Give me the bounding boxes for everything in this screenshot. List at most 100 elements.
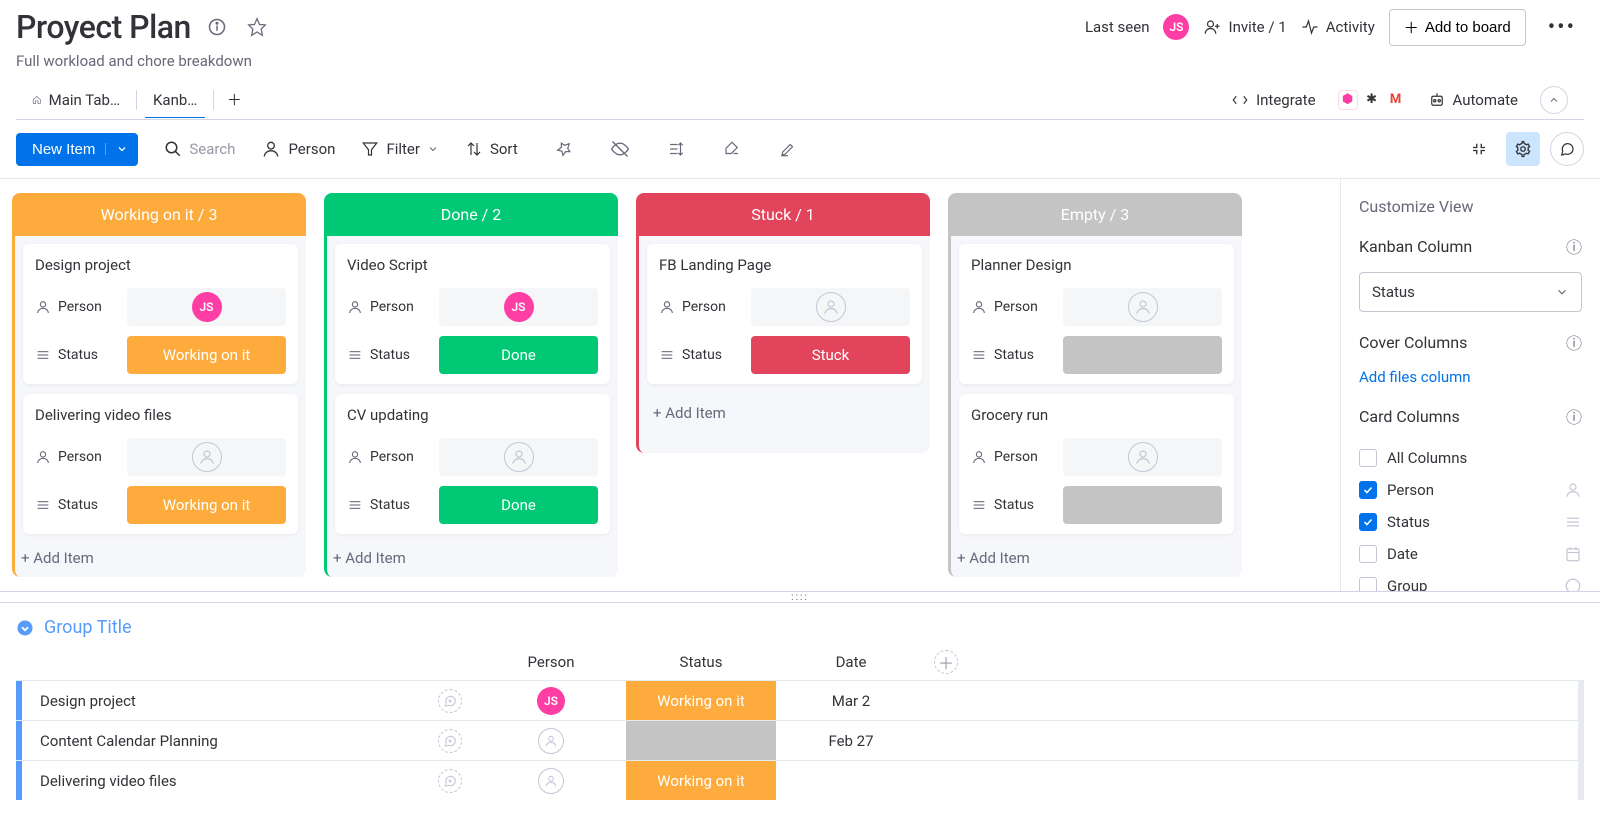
kanban-card[interactable]: Video Script PersonJS StatusDone	[335, 244, 610, 384]
slack-icon[interactable]: ✱	[1362, 90, 1382, 110]
date-cell[interactable]: Mar 2	[776, 692, 926, 710]
person-field[interactable]	[1063, 438, 1222, 476]
person-field[interactable]	[127, 438, 286, 476]
status-field[interactable]: Working on it	[127, 336, 286, 374]
person-cell[interactable]	[476, 728, 626, 754]
status-field[interactable]: Done	[439, 486, 598, 524]
collapse-icon[interactable]	[1540, 86, 1568, 114]
info-icon[interactable]: ⓘ	[1566, 404, 1582, 428]
card-column-option[interactable]: All Columns	[1359, 442, 1582, 474]
empty-avatar-icon[interactable]	[1128, 292, 1158, 322]
row-name[interactable]: Design project	[40, 692, 136, 710]
date-cell[interactable]: Feb 27	[776, 732, 926, 750]
add-item-button[interactable]: + Add Item	[324, 539, 618, 577]
person-cell[interactable]: JS	[476, 687, 626, 715]
card-title[interactable]: Planner Design	[971, 256, 1222, 274]
checkbox[interactable]	[1359, 513, 1377, 531]
card-column-option[interactable]: Person	[1359, 474, 1582, 506]
info-icon[interactable]: ⓘ	[1566, 234, 1582, 258]
filter-button[interactable]: Filter	[361, 140, 439, 158]
column-header[interactable]: Empty / 3	[948, 193, 1242, 236]
tab-kanban[interactable]: Kanb…	[137, 82, 213, 118]
kanban-column-select[interactable]: Status	[1359, 272, 1582, 312]
person-cell[interactable]	[476, 768, 626, 794]
col-date[interactable]: Date	[776, 653, 926, 671]
kanban-card[interactable]: FB Landing Page Person StatusStuck	[647, 244, 922, 384]
more-menu-icon[interactable]: •••	[1540, 11, 1584, 44]
empty-avatar-icon[interactable]	[538, 768, 564, 794]
avatar[interactable]: JS	[504, 292, 534, 322]
status-cell[interactable]: Working on it	[626, 681, 776, 720]
status-cell[interactable]	[626, 721, 776, 760]
status-field[interactable]: Done	[439, 336, 598, 374]
add-tab-button[interactable]: ＋	[214, 80, 254, 119]
empty-avatar-icon[interactable]	[1128, 442, 1158, 472]
card-title[interactable]: FB Landing Page	[659, 256, 910, 274]
new-item-button[interactable]: New Item	[16, 133, 138, 166]
row-chat-icon[interactable]	[438, 689, 462, 713]
invite-button[interactable]: Invite / 1	[1203, 18, 1286, 36]
table-row[interactable]: Content Calendar Planning Feb 27	[16, 720, 1584, 760]
card-column-option[interactable]: Status	[1359, 506, 1582, 538]
pin-icon[interactable]	[550, 135, 578, 163]
status-cell[interactable]: Working on it	[626, 761, 776, 800]
person-field[interactable]: JS	[439, 288, 598, 326]
card-column-option[interactable]: Group	[1359, 570, 1582, 591]
integration-icon[interactable]: ⬢	[1338, 90, 1358, 110]
row-name[interactable]: Content Calendar Planning	[40, 732, 218, 750]
avatar[interactable]: JS	[1163, 14, 1189, 40]
kanban-card[interactable]: Delivering video files Person StatusWork…	[23, 394, 298, 534]
col-status[interactable]: Status	[626, 653, 776, 671]
person-field[interactable]	[1063, 288, 1222, 326]
person-field[interactable]	[751, 288, 910, 326]
add-files-link[interactable]: Add files column	[1359, 368, 1582, 386]
settings-icon[interactable]	[1506, 132, 1540, 166]
color-icon[interactable]	[718, 135, 746, 163]
sort-button[interactable]: Sort	[465, 140, 518, 158]
checkbox[interactable]	[1359, 449, 1377, 467]
info-icon[interactable]: ⓘ	[1566, 330, 1582, 354]
empty-avatar-icon[interactable]	[504, 442, 534, 472]
avatar[interactable]: JS	[537, 687, 565, 715]
card-title[interactable]: Video Script	[347, 256, 598, 274]
row-chat-icon[interactable]	[438, 729, 462, 753]
group-header[interactable]: Group Title	[16, 617, 1584, 638]
add-item-button[interactable]: + Add Item	[647, 394, 922, 432]
empty-avatar-icon[interactable]	[192, 442, 222, 472]
status-field[interactable]: Stuck	[751, 336, 910, 374]
add-item-button[interactable]: + Add Item	[948, 539, 1242, 577]
edit-icon[interactable]	[774, 135, 802, 163]
kanban-card[interactable]: Grocery run Person Status	[959, 394, 1234, 534]
empty-avatar-icon[interactable]	[816, 292, 846, 322]
card-title[interactable]: Grocery run	[971, 406, 1222, 424]
card-title[interactable]: CV updating	[347, 406, 598, 424]
col-person[interactable]: Person	[476, 653, 626, 671]
checkbox[interactable]	[1359, 545, 1377, 563]
table-row[interactable]: Design project JS Working on it Mar 2	[16, 680, 1584, 720]
collapse-all-icon[interactable]	[1462, 132, 1496, 166]
table-row[interactable]: Delivering video files Working on it	[16, 760, 1584, 800]
board-title[interactable]: Proyect Plan	[16, 8, 191, 46]
column-header[interactable]: Stuck / 1	[636, 193, 930, 236]
status-field[interactable]	[1063, 336, 1222, 374]
kanban-card[interactable]: Planner Design Person Status	[959, 244, 1234, 384]
star-icon[interactable]	[243, 13, 271, 41]
row-name[interactable]: Delivering video files	[40, 772, 177, 790]
status-field[interactable]: Working on it	[127, 486, 286, 524]
kanban-card[interactable]: CV updating Person StatusDone	[335, 394, 610, 534]
checkbox[interactable]	[1359, 577, 1377, 591]
hide-icon[interactable]	[606, 135, 634, 163]
search-input[interactable]: Search	[164, 140, 235, 158]
person-field[interactable]	[439, 438, 598, 476]
info-icon[interactable]	[203, 13, 231, 41]
avatar[interactable]: JS	[192, 292, 222, 322]
resize-handle[interactable]: ::::	[0, 591, 1600, 603]
checkbox[interactable]	[1359, 481, 1377, 499]
add-column-button[interactable]: ＋	[934, 650, 958, 674]
person-filter[interactable]: Person	[261, 139, 335, 159]
add-to-board-button[interactable]: ＋Add to board	[1389, 9, 1526, 46]
empty-avatar-icon[interactable]	[538, 728, 564, 754]
card-title[interactable]: Delivering video files	[35, 406, 286, 424]
activity-button[interactable]: Activity	[1301, 18, 1375, 36]
tab-main[interactable]: Main Tab…	[16, 82, 136, 118]
